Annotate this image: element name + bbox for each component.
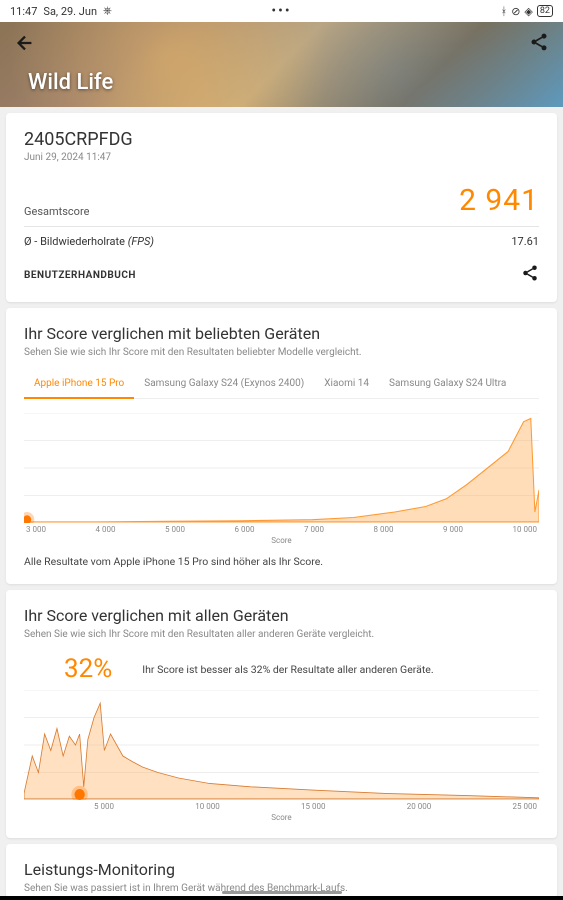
- status-bar: 11:47 Sa, 29. Jun ⎈ ••• ᚼ ⊘ ◈ 82: [0, 0, 563, 22]
- result-card: 2405CRPFDG Juni 29, 2024 11:47 Gesamtsco…: [6, 113, 557, 302]
- compare-popular-subtitle: Sehen Sie wie sich Ihr Score mit den Res…: [24, 347, 539, 358]
- nav-bar: [0, 896, 563, 900]
- divider: [24, 226, 539, 227]
- location-icon: ⎈: [103, 4, 112, 18]
- tab-xiaomi14[interactable]: Xiaomi 14: [314, 372, 379, 398]
- compare-popular-footer: Alle Resultate vom Apple iPhone 15 Pro s…: [24, 555, 539, 568]
- battery-icon: 82: [537, 5, 553, 17]
- compare-all-subtitle: Sehen Sie wie sich Ihr Score mit den Res…: [24, 629, 539, 640]
- perf-title: Leistungs-Monitoring: [24, 860, 539, 879]
- device-name: 2405CRPFDG: [24, 129, 539, 150]
- share-button-hero[interactable]: [529, 32, 549, 59]
- percentile-desc: Ihr Score ist besser als 32% der Resulta…: [142, 663, 539, 676]
- perf-card: Leistungs-Monitoring Sehen Sie was passi…: [6, 844, 557, 898]
- manual-link[interactable]: BENUTZERHANDBUCH: [24, 270, 136, 281]
- compare-all-card: Ihr Score verglichen mit allen Geräten S…: [6, 590, 557, 838]
- share-button[interactable]: [521, 264, 539, 286]
- wifi-icon: ◈: [524, 5, 532, 18]
- chart-all-xticks: 5 00010 000 15 00020 000 25 000: [24, 802, 539, 811]
- tab-iphone15pro[interactable]: Apple iPhone 15 Pro: [24, 372, 134, 399]
- score-marker-all: [74, 789, 84, 800]
- tab-galaxys24ultra[interactable]: Samsung Galaxy S24 Ultra: [379, 372, 516, 398]
- status-date: Sa, 29. Jun: [43, 5, 97, 18]
- dnd-icon: ⊘: [511, 5, 520, 18]
- page-title: Wild Life: [28, 70, 113, 95]
- device-tabs: Apple iPhone 15 Pro Samsung Galaxy S24 (…: [24, 372, 539, 399]
- hero-banner: Wild Life: [0, 22, 563, 107]
- score-marker: [24, 515, 31, 523]
- fps-value: 17.61: [511, 235, 539, 248]
- chart-all: [24, 690, 539, 800]
- status-time: 11:47: [10, 5, 37, 18]
- percentile-value: 32%: [64, 654, 112, 684]
- compare-popular-card: Ihr Score verglichen mit beliebten Gerät…: [6, 308, 557, 584]
- chart-popular-xticks: 3 0004 000 5 0006 000 7 0008 000 9 00010…: [24, 525, 539, 534]
- compare-popular-title: Ihr Score verglichen mit beliebten Gerät…: [24, 324, 539, 343]
- total-score-label: Gesamtscore: [24, 205, 89, 218]
- status-dots: •••: [271, 3, 291, 19]
- result-date: Juni 29, 2024 11:47: [24, 152, 539, 163]
- chart-all-xlabel: Score: [24, 813, 539, 822]
- fps-label: Ø - Bildwiederholrate (FPS): [24, 235, 154, 248]
- home-indicator[interactable]: [222, 891, 342, 894]
- chart-popular-xlabel: Score: [24, 536, 539, 545]
- back-button[interactable]: [14, 32, 36, 59]
- bluetooth-icon: ᚼ: [501, 5, 508, 18]
- tab-galaxys24[interactable]: Samsung Galaxy S24 (Exynos 2400): [134, 372, 314, 398]
- chart-popular: [24, 413, 539, 523]
- total-score-value: 2 941: [459, 183, 539, 218]
- compare-all-title: Ihr Score verglichen mit allen Geräten: [24, 606, 539, 625]
